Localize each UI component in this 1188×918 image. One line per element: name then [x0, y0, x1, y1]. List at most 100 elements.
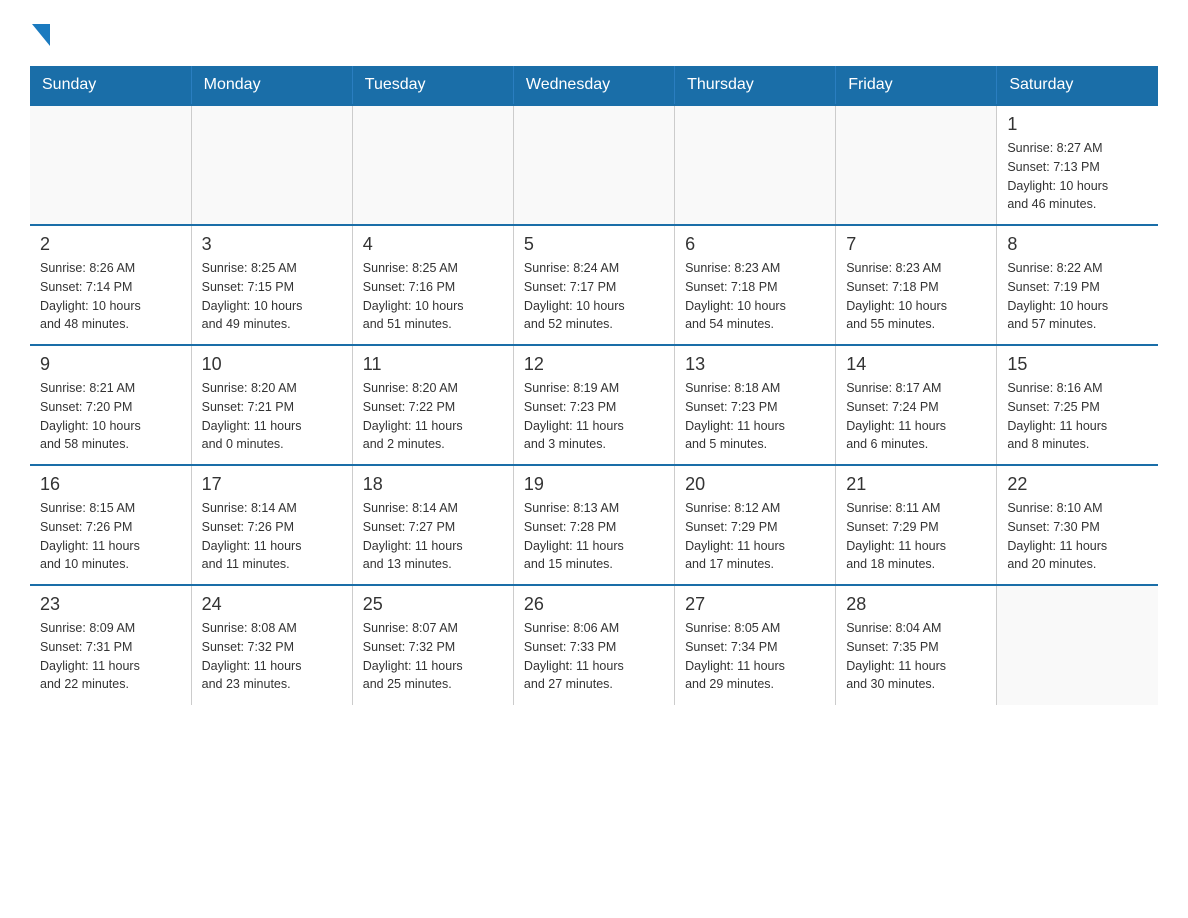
- calendar-cell: 20 Sunrise: 8:12 AM Sunset: 7:29 PM Dayli…: [675, 465, 836, 585]
- day-info: Sunrise: 8:27 AM Sunset: 7:13 PM Dayligh…: [1007, 139, 1148, 214]
- calendar-week-row: 1 Sunrise: 8:27 AM Sunset: 7:13 PM Daylig…: [30, 105, 1158, 225]
- day-number: 24: [202, 594, 342, 615]
- day-number: 3: [202, 234, 342, 255]
- calendar-cell: 24 Sunrise: 8:08 AM Sunset: 7:32 PM Dayli…: [191, 585, 352, 705]
- day-of-week-header: Monday: [191, 66, 352, 105]
- calendar-cell: 28Sunrise: 8:04 AM Sunset: 7:35 PM Dayli…: [836, 585, 997, 705]
- day-info: Sunrise: 8:24 AM Sunset: 7:17 PM Dayligh…: [524, 259, 664, 334]
- calendar-cell: 7 Sunrise: 8:23 AM Sunset: 7:18 PM Daylig…: [836, 225, 997, 345]
- day-info: Sunrise: 8:22 AM Sunset: 7:19 PM Dayligh…: [1007, 259, 1148, 334]
- calendar-cell: 19 Sunrise: 8:13 AM Sunset: 7:28 PM Dayli…: [513, 465, 674, 585]
- day-info: Sunrise: 8:13 AM Sunset: 7:28 PM Dayligh…: [524, 499, 664, 574]
- calendar-cell: 1 Sunrise: 8:27 AM Sunset: 7:13 PM Daylig…: [997, 105, 1158, 225]
- day-number: 10: [202, 354, 342, 375]
- calendar-cell: 21 Sunrise: 8:11 AM Sunset: 7:29 PM Dayli…: [836, 465, 997, 585]
- logo-triangle-icon: [32, 24, 50, 46]
- day-number: 2: [40, 234, 181, 255]
- calendar-week-row: 2 Sunrise: 8:26 AM Sunset: 7:14 PM Daylig…: [30, 225, 1158, 345]
- calendar-cell: 23 Sunrise: 8:09 AM Sunset: 7:31 PM Dayli…: [30, 585, 191, 705]
- day-info: Sunrise: 8:20 AM Sunset: 7:22 PM Dayligh…: [363, 379, 503, 454]
- calendar-cell: 22Sunrise: 8:10 AM Sunset: 7:30 PM Dayli…: [997, 465, 1158, 585]
- calendar-week-row: 9 Sunrise: 8:21 AM Sunset: 7:20 PM Daylig…: [30, 345, 1158, 465]
- calendar-cell: [191, 105, 352, 225]
- day-number: 11: [363, 354, 503, 375]
- calendar-cell: 2 Sunrise: 8:26 AM Sunset: 7:14 PM Daylig…: [30, 225, 191, 345]
- day-number: 21: [846, 474, 986, 495]
- calendar-cell: [352, 105, 513, 225]
- calendar-cell: 27 Sunrise: 8:05 AM Sunset: 7:34 PM Dayli…: [675, 585, 836, 705]
- calendar-cell: 17Sunrise: 8:14 AM Sunset: 7:26 PM Dayli…: [191, 465, 352, 585]
- day-info: Sunrise: 8:16 AM Sunset: 7:25 PM Dayligh…: [1007, 379, 1148, 454]
- day-number: 14: [846, 354, 986, 375]
- calendar-cell: 10 Sunrise: 8:20 AM Sunset: 7:21 PM Dayli…: [191, 345, 352, 465]
- day-number: 27: [685, 594, 825, 615]
- day-info: Sunrise: 8:09 AM Sunset: 7:31 PM Dayligh…: [40, 619, 181, 694]
- logo: [30, 20, 50, 46]
- day-number: 25: [363, 594, 503, 615]
- day-number: 5: [524, 234, 664, 255]
- calendar-cell: [30, 105, 191, 225]
- day-info: Sunrise: 8:17 AM Sunset: 7:24 PM Dayligh…: [846, 379, 986, 454]
- day-of-week-header: Friday: [836, 66, 997, 105]
- day-info: Sunrise: 8:08 AM Sunset: 7:32 PM Dayligh…: [202, 619, 342, 694]
- day-info: Sunrise: 8:26 AM Sunset: 7:14 PM Dayligh…: [40, 259, 181, 334]
- day-number: 16: [40, 474, 181, 495]
- day-info: Sunrise: 8:06 AM Sunset: 7:33 PM Dayligh…: [524, 619, 664, 694]
- calendar-cell: [836, 105, 997, 225]
- day-info: Sunrise: 8:11 AM Sunset: 7:29 PM Dayligh…: [846, 499, 986, 574]
- day-info: Sunrise: 8:20 AM Sunset: 7:21 PM Dayligh…: [202, 379, 342, 454]
- calendar-cell: 3 Sunrise: 8:25 AM Sunset: 7:15 PM Daylig…: [191, 225, 352, 345]
- calendar-cell: 14 Sunrise: 8:17 AM Sunset: 7:24 PM Dayli…: [836, 345, 997, 465]
- day-number: 7: [846, 234, 986, 255]
- calendar-cell: 18 Sunrise: 8:14 AM Sunset: 7:27 PM Dayli…: [352, 465, 513, 585]
- calendar-cell: 15 Sunrise: 8:16 AM Sunset: 7:25 PM Dayli…: [997, 345, 1158, 465]
- day-info: Sunrise: 8:25 AM Sunset: 7:15 PM Dayligh…: [202, 259, 342, 334]
- calendar-cell: [675, 105, 836, 225]
- day-number: 8: [1007, 234, 1148, 255]
- day-number: 26: [524, 594, 664, 615]
- calendar-cell: [513, 105, 674, 225]
- day-number: 1: [1007, 114, 1148, 135]
- day-info: Sunrise: 8:12 AM Sunset: 7:29 PM Dayligh…: [685, 499, 825, 574]
- day-of-week-header: Wednesday: [513, 66, 674, 105]
- day-of-week-header: Sunday: [30, 66, 191, 105]
- calendar-cell: 6 Sunrise: 8:23 AM Sunset: 7:18 PM Daylig…: [675, 225, 836, 345]
- day-info: Sunrise: 8:25 AM Sunset: 7:16 PM Dayligh…: [363, 259, 503, 334]
- calendar-cell: 16 Sunrise: 8:15 AM Sunset: 7:26 PM Dayli…: [30, 465, 191, 585]
- day-number: 6: [685, 234, 825, 255]
- day-info: Sunrise: 8:15 AM Sunset: 7:26 PM Dayligh…: [40, 499, 181, 574]
- day-info: Sunrise: 8:14 AM Sunset: 7:27 PM Dayligh…: [363, 499, 503, 574]
- day-number: 23: [40, 594, 181, 615]
- day-number: 18: [363, 474, 503, 495]
- day-number: 9: [40, 354, 181, 375]
- day-number: 28: [846, 594, 986, 615]
- calendar-cell: 25 Sunrise: 8:07 AM Sunset: 7:32 PM Dayli…: [352, 585, 513, 705]
- calendar-week-row: 23 Sunrise: 8:09 AM Sunset: 7:31 PM Dayli…: [30, 585, 1158, 705]
- page-header: [30, 20, 1158, 46]
- calendar-cell: 13 Sunrise: 8:18 AM Sunset: 7:23 PM Dayli…: [675, 345, 836, 465]
- day-info: Sunrise: 8:18 AM Sunset: 7:23 PM Dayligh…: [685, 379, 825, 454]
- calendar-cell: [997, 585, 1158, 705]
- day-info: Sunrise: 8:23 AM Sunset: 7:18 PM Dayligh…: [846, 259, 986, 334]
- day-of-week-header: Saturday: [997, 66, 1158, 105]
- calendar-cell: 26 Sunrise: 8:06 AM Sunset: 7:33 PM Dayli…: [513, 585, 674, 705]
- day-number: 20: [685, 474, 825, 495]
- day-number: 15: [1007, 354, 1148, 375]
- day-number: 19: [524, 474, 664, 495]
- calendar-cell: 5 Sunrise: 8:24 AM Sunset: 7:17 PM Daylig…: [513, 225, 674, 345]
- calendar-cell: 9 Sunrise: 8:21 AM Sunset: 7:20 PM Daylig…: [30, 345, 191, 465]
- day-info: Sunrise: 8:23 AM Sunset: 7:18 PM Dayligh…: [685, 259, 825, 334]
- day-number: 17: [202, 474, 342, 495]
- calendar-cell: 8 Sunrise: 8:22 AM Sunset: 7:19 PM Daylig…: [997, 225, 1158, 345]
- calendar-cell: 11 Sunrise: 8:20 AM Sunset: 7:22 PM Dayli…: [352, 345, 513, 465]
- day-number: 22: [1007, 474, 1148, 495]
- day-info: Sunrise: 8:21 AM Sunset: 7:20 PM Dayligh…: [40, 379, 181, 454]
- calendar-cell: 4 Sunrise: 8:25 AM Sunset: 7:16 PM Daylig…: [352, 225, 513, 345]
- day-info: Sunrise: 8:07 AM Sunset: 7:32 PM Dayligh…: [363, 619, 503, 694]
- day-number: 4: [363, 234, 503, 255]
- day-info: Sunrise: 8:05 AM Sunset: 7:34 PM Dayligh…: [685, 619, 825, 694]
- day-info: Sunrise: 8:19 AM Sunset: 7:23 PM Dayligh…: [524, 379, 664, 454]
- calendar-table: SundayMondayTuesdayWednesdayThursdayFrid…: [30, 66, 1158, 705]
- day-number: 13: [685, 354, 825, 375]
- calendar-cell: 12Sunrise: 8:19 AM Sunset: 7:23 PM Dayli…: [513, 345, 674, 465]
